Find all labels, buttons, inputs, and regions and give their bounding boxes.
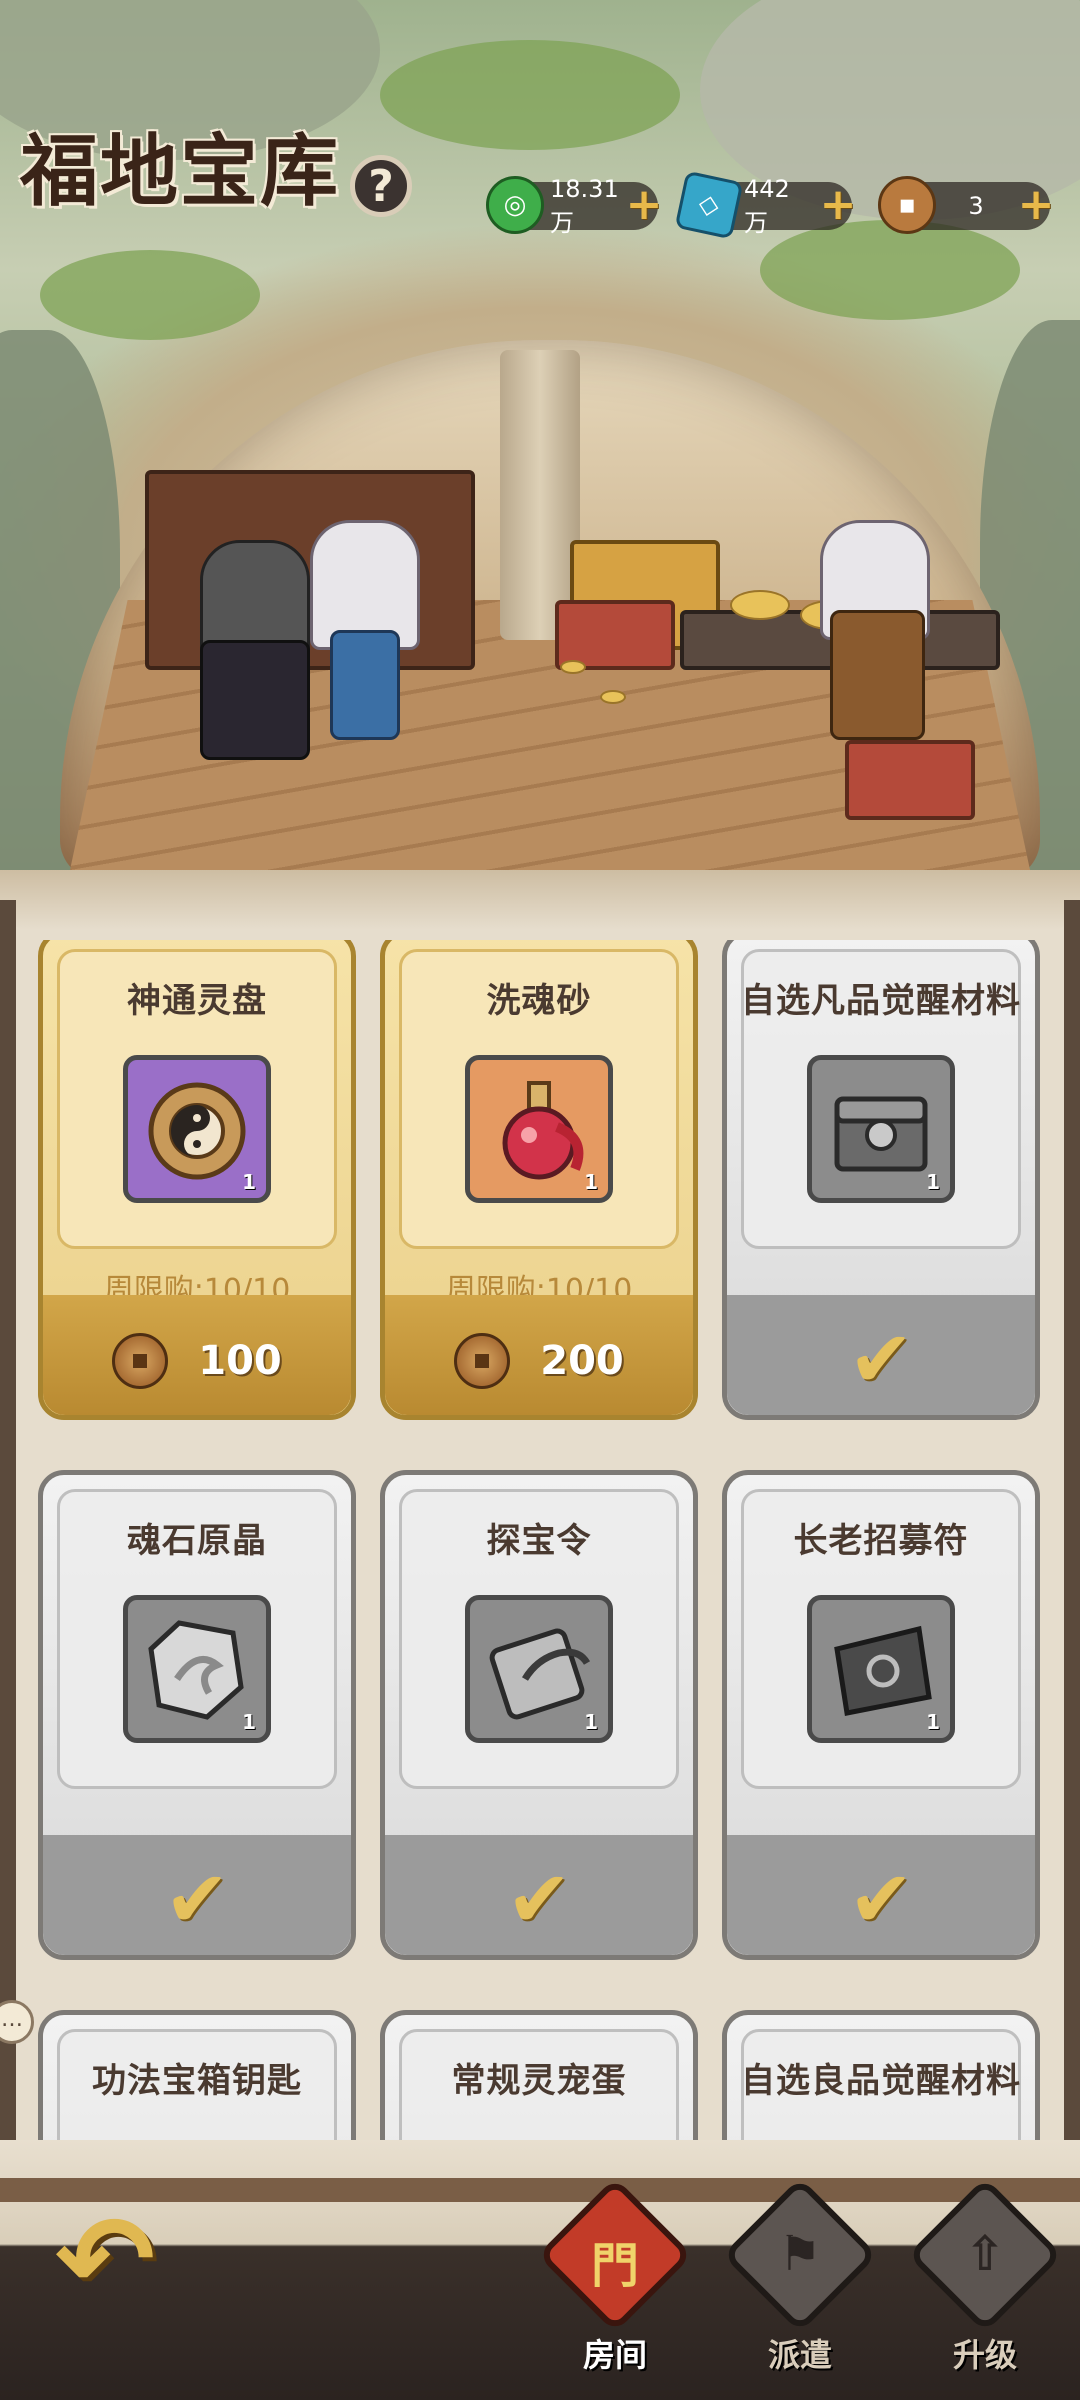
tab-room[interactable]: 門 房间: [537, 2177, 693, 2380]
card-footer: ✔: [385, 1835, 693, 1955]
tab-upgrade[interactable]: ⇧ 升级: [907, 2177, 1063, 2380]
page-title: 福地宝库: [20, 126, 341, 217]
copper-coin-icon: [112, 1333, 169, 1389]
item-name: 长老招募符: [793, 1521, 969, 1561]
gold-ingot: [730, 590, 790, 620]
currency-crystal-value: 442万: [744, 174, 790, 237]
card-footer: ✔: [727, 1295, 1035, 1415]
soul-sand-potion-icon: 1: [465, 1055, 613, 1203]
help-button[interactable]: ?: [350, 155, 412, 217]
item-quantity: 1: [242, 1710, 256, 1734]
currency-crystal: ◇ 442万 +: [674, 170, 856, 240]
blue-dress: [330, 630, 400, 740]
item-quantity: 1: [584, 1170, 598, 1194]
gold-ingot: [560, 660, 586, 674]
item-quantity: 1: [926, 1170, 940, 1194]
gold-ingot: [600, 690, 626, 704]
shop-item-card[interactable]: 魂石原晶 1 ✔: [38, 1470, 356, 1960]
item-name: 自选良品觉醒材料: [741, 2061, 1021, 2101]
treasure-chest-icon: 1: [807, 1055, 955, 1203]
price-value: 200: [540, 1338, 624, 1384]
spirit-crystal-icon: ◇: [674, 170, 744, 240]
currency-jade: ◎ 18.31万 +: [486, 175, 662, 237]
back-arrow-button[interactable]: ↶: [30, 2191, 180, 2330]
item-name: 神通灵盘: [127, 981, 267, 1021]
purchased-check-icon: ✔: [506, 1855, 572, 1945]
recruit-talisman-icon: 1: [807, 1595, 955, 1743]
price-tag: 100: [43, 1333, 351, 1389]
treasure-token-icon: 1: [465, 1595, 613, 1743]
price-tag: 200: [385, 1333, 693, 1389]
item-quantity: 1: [242, 1170, 256, 1194]
shop-grid: 神通灵盘 1 周限购:10/10 100 洗魂砂 1 周限购:10/10 200…: [0, 940, 1080, 2150]
shop-item-card[interactable]: 自选凡品觉醒材料 1 ✔: [722, 940, 1040, 1420]
tab-dispatch-glyph: ⚑: [778, 2226, 822, 2282]
purchased-check-icon: ✔: [848, 1315, 914, 1405]
tab-upgrade-glyph: ⇧: [964, 2226, 1006, 2282]
tab-dispatch[interactable]: ⚑ 派遣: [722, 2177, 878, 2380]
shop-item-card[interactable]: 长老招募符 1 ✔: [722, 1470, 1040, 1960]
purchased-check-icon: ✔: [848, 1855, 914, 1945]
treasury-scene: 福地宝库 ? ◎ 18.31万 + ◇ 442万 + ▪ 3 +: [0, 0, 1080, 900]
shop-item-card[interactable]: 常规灵宠蛋: [380, 2010, 698, 2150]
item-name: 洗魂砂: [486, 981, 592, 1021]
tab-dispatch-label: 派遣: [767, 2336, 832, 2374]
currency-copper: ▪ 3 +: [878, 176, 1054, 234]
currency-jade-value: 18.31万: [550, 174, 619, 237]
item-name: 功法宝箱钥匙: [92, 2061, 302, 2101]
item-quantity: 1: [584, 1710, 598, 1734]
spirit-disc-icon: 1: [123, 1055, 271, 1203]
stone-pillar: [500, 350, 580, 640]
item-name: 常规灵宠蛋: [451, 2061, 627, 2101]
panel-top-border: [0, 870, 1080, 930]
red-crate: [845, 740, 975, 820]
jade-coin-icon: ◎: [486, 176, 544, 234]
price-value: 100: [198, 1338, 282, 1384]
currency-copper-value: 3: [968, 192, 984, 220]
item-name: 自选凡品觉醒材料: [741, 981, 1021, 1021]
item-quantity: 1: [926, 1710, 940, 1734]
tab-upgrade-label: 升级: [952, 2336, 1017, 2374]
dark-robe: [200, 640, 310, 760]
shop-item-card[interactable]: 神通灵盘 1 周限购:10/10 100: [38, 940, 356, 1420]
copper-coin-icon: [454, 1333, 511, 1389]
shop-item-card[interactable]: 探宝令 1 ✔: [380, 1470, 698, 1960]
card-footer: ✔: [727, 1835, 1035, 1955]
copper-coin-icon: ▪: [878, 176, 936, 234]
card-footer: 200: [385, 1295, 693, 1415]
tab-room-glyph: 門: [590, 2238, 639, 2294]
add-copper-button[interactable]: +: [1016, 183, 1056, 227]
shop-item-card[interactable]: 功法宝箱钥匙: [38, 2010, 356, 2150]
add-crystal-button[interactable]: +: [818, 183, 858, 227]
tab-room-label: 房间: [582, 2336, 647, 2374]
card-footer: 100: [43, 1295, 351, 1415]
purchased-check-icon: ✔: [164, 1855, 230, 1945]
item-name: 探宝令: [486, 1521, 592, 1561]
shop-item-card[interactable]: 洗魂砂 1 周限购:10/10 200: [380, 940, 698, 1420]
item-name: 魂石原晶: [127, 1521, 267, 1561]
soul-crystal-icon: 1: [123, 1595, 271, 1743]
shop-item-card[interactable]: 自选良品觉醒材料: [722, 2010, 1040, 2150]
fur-coat: [830, 610, 925, 740]
card-footer: ✔: [43, 1835, 351, 1955]
add-jade-button[interactable]: +: [624, 183, 664, 227]
